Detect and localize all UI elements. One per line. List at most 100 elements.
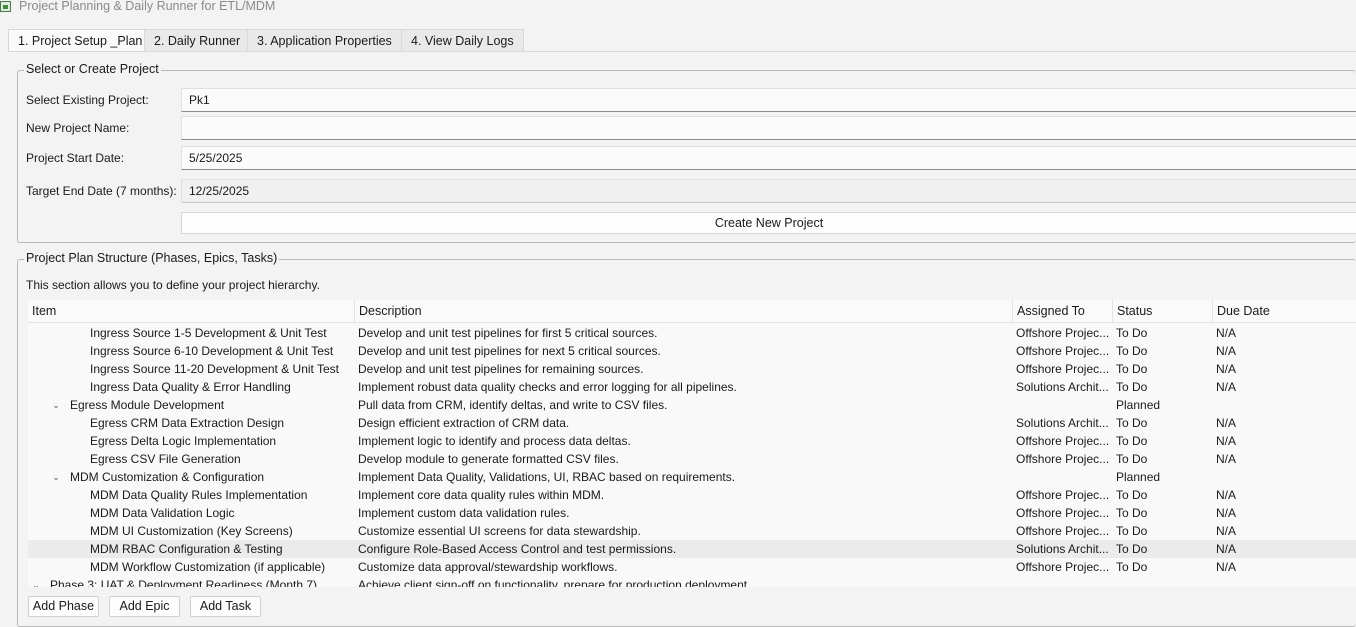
cell-description: Configure Role-Based Access Control and … [358,542,677,556]
window-title: Project Planning & Daily Runner for ETL/… [19,0,276,13]
cell-status: Planned [1116,470,1161,484]
tree-task-row[interactable]: Egress CSV File Generation Develop module… [28,450,1356,468]
cell-due-date: N/A [1216,488,1237,502]
target-end-date-field: 12/25/2025 [181,179,1356,203]
cell-item: MDM Data Quality Rules Implementation [90,488,308,502]
cell-assigned-to: Offshore Projec... [1016,326,1110,340]
cell-assigned-to: Solutions Archit... [1016,416,1109,430]
cell-due-date [1216,396,1356,414]
cell-status: To Do [1116,344,1148,358]
cell-description: Implement logic to identify and process … [358,434,631,448]
cell-due-date: N/A [1216,524,1237,538]
cell-item: MDM Customization & Configuration [70,470,265,484]
tree-task-row[interactable]: MDM UI Customization (Key Screens) Custom… [28,522,1356,540]
cell-assigned-to: Offshore Projec... [1016,506,1110,520]
cell-description: Design efficient extraction of CRM data. [358,416,570,430]
tree-task-row[interactable]: Egress Delta Logic Implementation Impleme… [28,432,1356,450]
column-header-description[interactable]: Description [354,300,1012,322]
cell-assigned-to [1016,576,1110,587]
group-legend: Select or Create Project [24,62,161,76]
tab-project-setup[interactable]: 1. Project Setup _Plan [8,29,153,52]
chevron-down-icon[interactable]: ⌄ [50,468,62,486]
cell-status: To Do [1116,488,1148,502]
tree-group-row[interactable]: ⌄ Phase 3: UAT & Deployment Readiness (Mo… [28,576,1356,587]
cell-assigned-to: Offshore Projec... [1016,452,1110,466]
cell-status: To Do [1116,524,1148,538]
cell-due-date [1216,468,1356,486]
tree-task-row[interactable]: Ingress Data Quality & Error Handling Imp… [28,378,1356,396]
column-header-item[interactable]: Item [28,300,354,322]
cell-item: Ingress Source 6-10 Development & Unit T… [90,344,334,358]
tree-task-row[interactable]: Ingress Source 11-20 Development & Unit … [28,360,1356,378]
cell-status: Planned [1116,398,1161,412]
tree-task-row[interactable]: MDM Data Quality Rules Implementation Imp… [28,486,1356,504]
cell-assigned-to: Offshore Projec... [1016,560,1110,574]
tree-task-row[interactable]: MDM RBAC Configuration & Testing Configur… [28,540,1356,558]
cell-status: To Do [1116,452,1148,466]
tree-task-row[interactable]: Ingress Source 6-10 Development & Unit T… [28,342,1356,360]
cell-assigned-to [1016,468,1110,486]
tab-view-daily-logs[interactable]: 4. View Daily Logs [401,29,524,51]
tab-daily-runner[interactable]: 2. Daily Runner [144,29,251,51]
tree-task-row[interactable]: Ingress Source 1-5 Development & Unit Te… [28,324,1356,342]
cell-due-date: N/A [1216,416,1237,430]
title-bar: Project Planning & Daily Runner for ETL/… [0,0,1356,16]
cell-item: Egress Module Development [70,398,225,412]
cell-due-date: N/A [1216,542,1237,556]
cell-description: Implement core data quality rules within… [358,488,605,502]
create-new-project-button[interactable]: Create New Project [181,212,1356,234]
chevron-down-icon[interactable]: ⌄ [50,396,62,414]
group-legend: Project Plan Structure (Phases, Epics, T… [24,251,280,265]
add-phase-button[interactable]: Add Phase [28,596,99,617]
tree-task-row[interactable]: MDM Data Validation Logic Implement custo… [28,504,1356,522]
column-header-status[interactable]: Status [1112,300,1212,322]
cell-assigned-to: Solutions Archit... [1016,542,1109,556]
cell-status: To Do [1116,506,1148,520]
cell-assigned-to: Solutions Archit... [1016,380,1109,394]
tree-group-row[interactable]: ⌄ Egress Module Development Pull data from… [28,396,1356,414]
cell-description: Pull data from CRM, identify deltas, and… [358,398,668,412]
cell-due-date: N/A [1216,362,1237,376]
cell-description: Develop and unit test pipelines for firs… [358,326,658,340]
cell-due-date: N/A [1216,434,1237,448]
tree-task-row[interactable]: MDM Workflow Customization (if applicabl… [28,558,1356,576]
cell-item: MDM UI Customization (Key Screens) [90,524,293,538]
tree-task-row[interactable]: Egress CRM Data Extraction Design Design … [28,414,1356,432]
existing-project-select[interactable]: Pk1 [181,88,1356,112]
grid-header: Item Description Assigned To Status Due … [28,300,1356,323]
cell-description: Customize essential UI screens for data … [358,524,641,538]
cell-assigned-to: Offshore Projec... [1016,362,1110,376]
cell-description: Develop and unit test pipelines for next… [358,344,661,358]
start-date-picker[interactable]: 5/25/2025 [181,146,1356,170]
start-date-label: Project Start Date: [26,151,125,165]
cell-item: Ingress Source 1-5 Development & Unit Te… [90,326,327,340]
cell-description: Develop and unit test pipelines for rema… [358,362,644,376]
column-header-assigned-to[interactable]: Assigned To [1012,300,1112,322]
chevron-down-icon[interactable]: ⌄ [30,576,42,587]
cell-due-date: N/A [1216,506,1237,520]
cell-status: To Do [1116,560,1148,574]
cell-due-date: N/A [1216,452,1237,466]
plan-intro-text: This section allows you to define your p… [26,278,320,292]
add-epic-button[interactable]: Add Epic [109,596,180,617]
tree-group-row[interactable]: ⌄ MDM Customization & Configuration Implem… [28,468,1356,486]
column-header-due-date[interactable]: Due Date [1212,300,1356,322]
cell-status: To Do [1116,434,1148,448]
cell-status: To Do [1116,326,1148,340]
target-end-date-label: Target End Date (7 months): [26,184,177,198]
tab-application-properties[interactable]: 3. Application Properties [247,29,402,51]
cell-item: Egress Delta Logic Implementation [90,434,277,448]
new-project-name-input[interactable] [181,116,1356,140]
plan-tree-grid[interactable]: Item Description Assigned To Status Due … [28,300,1356,587]
cell-due-date: N/A [1216,344,1237,358]
cell-assigned-to: Offshore Projec... [1016,434,1110,448]
cell-status [1116,576,1210,587]
cell-item: MDM RBAC Configuration & Testing [90,542,283,556]
app-icon [0,1,11,12]
cell-assigned-to [1016,396,1110,414]
cell-due-date [1216,576,1356,587]
add-task-button[interactable]: Add Task [190,596,261,617]
cell-assigned-to: Offshore Projec... [1016,344,1110,358]
cell-description: Achieve client sign-off on functionality… [358,578,751,587]
cell-description: Implement robust data quality checks and… [358,380,737,394]
